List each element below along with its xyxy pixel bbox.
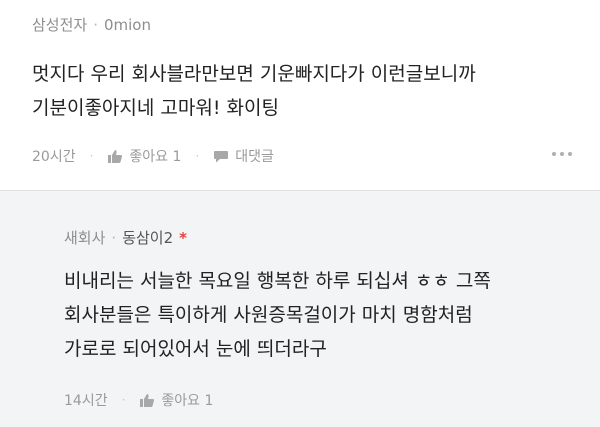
meta-separator-dot: · — [93, 16, 98, 34]
speech-bubble-icon — [214, 150, 229, 162]
reply-label: 대댓글 — [235, 149, 274, 165]
comment-meta: 삼성전자 · 0mion — [32, 14, 151, 35]
reply-body: 비내리는 서늘한 목요일 행복한 하루 되십셔 ㅎㅎ 그쪽 회사분들은 특이하게… — [64, 264, 491, 366]
action-separator: · — [89, 149, 94, 163]
like-button[interactable]: 좋아요 1 — [139, 390, 213, 410]
more-dots-icon[interactable] — [552, 152, 572, 156]
comment-author[interactable]: 0mion — [104, 16, 151, 34]
reply-meta: 새회사 · 동삼이2 * — [64, 227, 187, 248]
like-label: 좋아요 1 — [129, 149, 182, 165]
reply-line: 가로로 되어있어서 눈에 띄더라구 — [64, 338, 327, 360]
reply-card: 새회사 · 동삼이2 * 비내리는 서늘한 목요일 행복한 하루 되십셔 ㅎㅎ 그쪽 … — [0, 191, 600, 427]
action-separator: · — [121, 393, 126, 407]
comment-company[interactable]: 삼성전자 — [32, 16, 87, 34]
reply-company[interactable]: 새회사 — [64, 229, 105, 247]
like-label: 좋아요 1 — [161, 393, 214, 409]
like-button[interactable]: 좋아요 1 — [107, 146, 181, 166]
author-mark: * — [179, 229, 187, 247]
dot — [552, 152, 556, 156]
thumbs-up-icon — [108, 149, 123, 163]
action-separator: · — [195, 149, 200, 163]
dot — [568, 152, 572, 156]
dot — [560, 152, 564, 156]
comment-time: 20시간 — [32, 149, 76, 165]
comment-actions: 20시간 · 좋아요 1 · 대댓글 — [32, 146, 274, 166]
reply-author[interactable]: 동삼이2 — [122, 229, 173, 247]
reply-button[interactable]: 대댓글 — [213, 146, 274, 166]
comment-line: 멋지다 우리 회사블라만보면 기운빠지다가 이런글보니까 — [32, 63, 476, 85]
reply-actions: 14시간 · 좋아요 1 — [64, 390, 213, 410]
reply-time: 14시간 — [64, 393, 108, 409]
reply-line: 회사분들은 특이하게 사원증목걸이가 마치 명함처럼 — [64, 304, 473, 326]
reply-line: 비내리는 서늘한 목요일 행복한 하루 되십셔 ㅎㅎ 그쪽 — [64, 270, 491, 292]
comment-line: 기분이좋아지네 고마워! 화이팅 — [32, 97, 279, 119]
thumbs-up-icon — [140, 393, 155, 407]
meta-separator-dot: · — [111, 229, 117, 247]
comment-card: 삼성전자 · 0mion 멋지다 우리 회사블라만보면 기운빠지다가 이런글보니까 … — [0, 0, 600, 191]
comment-body: 멋지다 우리 회사블라만보면 기운빠지다가 이런글보니까 기분이좋아지네 고마워… — [32, 57, 476, 125]
